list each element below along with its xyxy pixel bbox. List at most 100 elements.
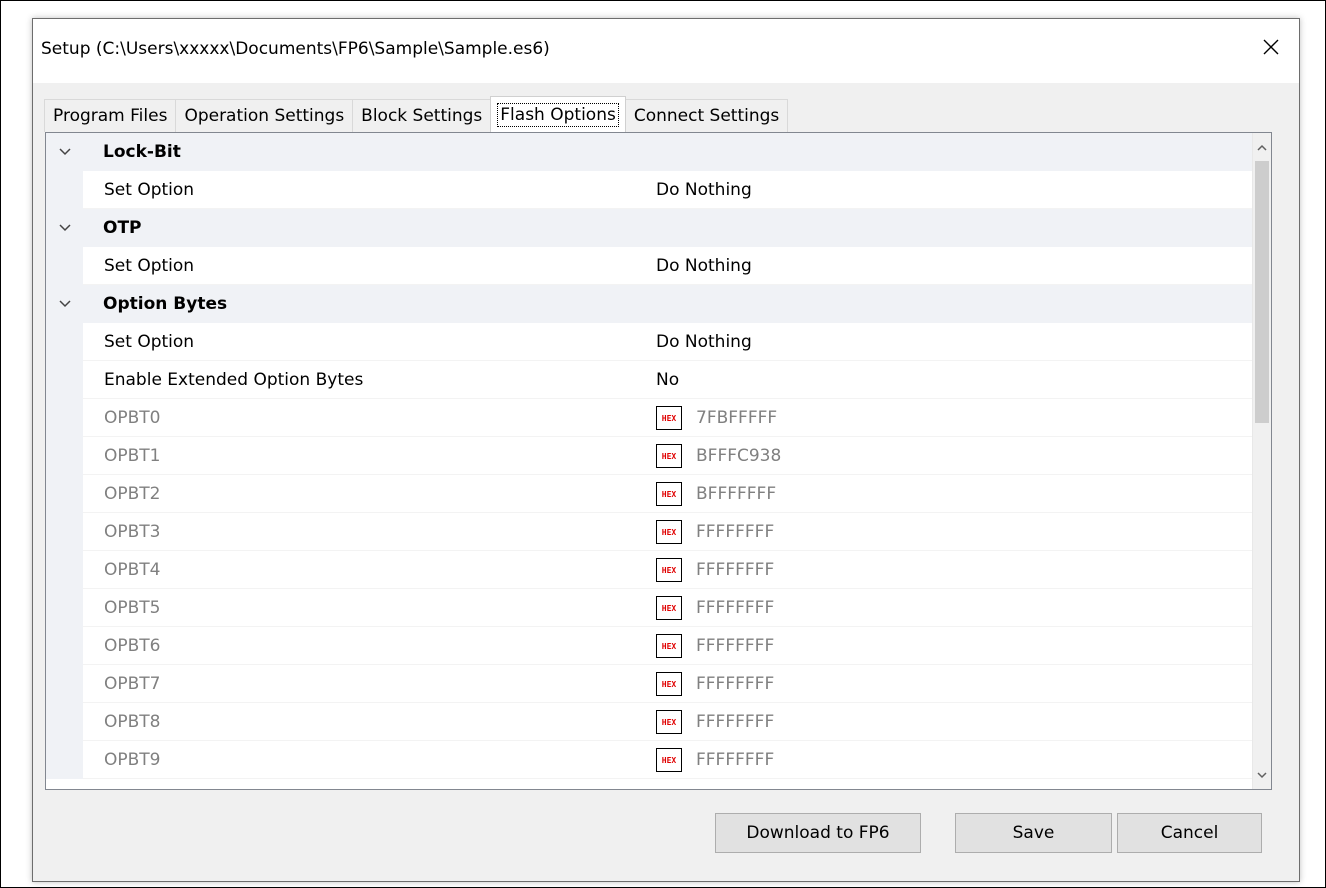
tab-program-files[interactable]: Program Files xyxy=(44,99,177,132)
chevron-down-icon xyxy=(58,148,71,156)
hex-icon: HEX xyxy=(656,634,682,658)
property-value[interactable]: HEX FFFFFFFF xyxy=(656,558,774,582)
category-toggle[interactable] xyxy=(46,285,83,323)
hex-icon: HEX xyxy=(656,596,682,620)
hex-icon: HEX xyxy=(656,406,682,430)
hex-value: FFFFFFFF xyxy=(696,522,775,542)
property-value[interactable]: Do Nothing xyxy=(656,180,752,200)
dialog-footer: Download to FP6 Save Cancel xyxy=(33,799,1299,881)
property-value[interactable]: HEX FFFFFFFF xyxy=(656,748,774,772)
property-row[interactable]: Set Option Do Nothing xyxy=(46,323,1257,361)
scroll-down-button[interactable] xyxy=(1253,761,1271,789)
row-gutter xyxy=(46,399,83,437)
opbt-row[interactable]: OPBT0 HEX 7FBFFFFF xyxy=(46,399,1257,437)
window-title: Setup (C:\Users\xxxxx\Documents\FP6\Samp… xyxy=(41,39,550,59)
property-value[interactable]: HEX FFFFFFFF xyxy=(656,596,774,620)
opbt-row[interactable]: OPBT3 HEX FFFFFFFF xyxy=(46,513,1257,551)
tab-label: Block Settings xyxy=(361,106,483,126)
scroll-up-button[interactable] xyxy=(1253,133,1271,161)
property-grid[interactable]: Lock-Bit Set Option Do Nothing OTP Set O… xyxy=(46,133,1257,789)
scroll-thumb[interactable] xyxy=(1255,161,1269,423)
opbt-row[interactable]: OPBT2 HEX BFFFFFFF xyxy=(46,475,1257,513)
category-label: OTP xyxy=(103,218,142,238)
property-value[interactable]: Do Nothing xyxy=(656,256,752,276)
opbt-row[interactable]: OPBT9 HEX FFFFFFFF xyxy=(46,741,1257,779)
property-name: OPBT9 xyxy=(104,750,161,770)
property-name: OPBT1 xyxy=(104,446,161,466)
property-grid-panel: Lock-Bit Set Option Do Nothing OTP Set O… xyxy=(45,132,1272,790)
category-label: Option Bytes xyxy=(103,294,228,314)
row-gutter xyxy=(46,703,83,741)
property-name: OPBT5 xyxy=(104,598,161,618)
property-row[interactable]: Enable Extended Option Bytes No xyxy=(46,361,1257,399)
property-name: OPBT2 xyxy=(104,484,161,504)
category-label: Lock-Bit xyxy=(103,142,181,162)
hex-value: FFFFFFFF xyxy=(696,712,775,732)
row-gutter xyxy=(46,475,83,513)
row-gutter xyxy=(46,171,83,209)
category-lock-bit[interactable]: Lock-Bit xyxy=(46,133,1257,171)
tab-strip: Program Files Operation Settings Block S… xyxy=(44,96,789,133)
tab-block-settings[interactable]: Block Settings xyxy=(352,99,492,132)
category-toggle[interactable] xyxy=(46,133,83,171)
save-button[interactable]: Save xyxy=(955,813,1112,853)
property-value[interactable]: No xyxy=(656,370,679,390)
row-gutter xyxy=(46,361,83,399)
property-name: OPBT7 xyxy=(104,674,161,694)
row-gutter xyxy=(46,665,83,703)
row-gutter xyxy=(46,589,83,627)
close-button[interactable] xyxy=(1243,19,1299,75)
property-value[interactable]: HEX 7FBFFFFF xyxy=(656,406,777,430)
property-row[interactable]: Set Option Do Nothing xyxy=(46,171,1257,209)
chevron-down-icon xyxy=(1257,771,1267,778)
property-value[interactable]: HEX BFFFC938 xyxy=(656,444,781,468)
hex-icon: HEX xyxy=(656,520,682,544)
hex-value: FFFFFFFF xyxy=(696,674,775,694)
tab-label: Program Files xyxy=(53,106,168,126)
property-value[interactable]: HEX FFFFFFFF xyxy=(656,520,774,544)
hex-icon: HEX xyxy=(656,748,682,772)
hex-icon: HEX xyxy=(656,444,682,468)
tab-label: Flash Options xyxy=(497,103,619,127)
title-bar: Setup (C:\Users\xxxxx\Documents\FP6\Samp… xyxy=(33,19,1299,83)
property-name: OPBT8 xyxy=(104,712,161,732)
property-value[interactable]: Do Nothing xyxy=(656,332,752,352)
row-gutter xyxy=(46,513,83,551)
property-name: Set Option xyxy=(104,256,195,276)
property-name: Enable Extended Option Bytes xyxy=(104,370,364,390)
setup-dialog: Setup (C:\Users\xxxxx\Documents\FP6\Samp… xyxy=(32,18,1300,882)
property-name: OPBT6 xyxy=(104,636,161,656)
property-value[interactable]: HEX FFFFFFFF xyxy=(656,710,774,734)
property-value[interactable]: HEX FFFFFFFF xyxy=(656,634,774,658)
row-gutter xyxy=(46,741,83,779)
hex-icon: HEX xyxy=(656,672,682,696)
opbt-row[interactable]: OPBT8 HEX FFFFFFFF xyxy=(46,703,1257,741)
category-otp[interactable]: OTP xyxy=(46,209,1257,247)
tab-operation-settings[interactable]: Operation Settings xyxy=(175,99,354,132)
property-name: Set Option xyxy=(104,332,195,352)
category-option-bytes[interactable]: Option Bytes xyxy=(46,285,1257,323)
opbt-row[interactable]: OPBT5 HEX FFFFFFFF xyxy=(46,589,1257,627)
opbt-row[interactable]: OPBT1 HEX BFFFC938 xyxy=(46,437,1257,475)
row-gutter xyxy=(46,437,83,475)
chevron-down-icon xyxy=(58,224,71,232)
category-toggle[interactable] xyxy=(46,209,83,247)
download-to-fp6-button[interactable]: Download to FP6 xyxy=(715,813,921,853)
property-name: OPBT0 xyxy=(104,408,161,428)
opbt-row[interactable]: OPBT4 HEX FFFFFFFF xyxy=(46,551,1257,589)
opbt-row[interactable]: OPBT6 HEX FFFFFFFF xyxy=(46,627,1257,665)
property-name: Set Option xyxy=(104,180,195,200)
opbt-row[interactable]: OPBT7 HEX FFFFFFFF xyxy=(46,665,1257,703)
property-value[interactable]: HEX BFFFFFFF xyxy=(656,482,776,506)
tab-connect-settings[interactable]: Connect Settings xyxy=(624,99,789,132)
tab-label: Connect Settings xyxy=(633,106,780,126)
close-icon xyxy=(1263,39,1279,55)
tab-flash-options[interactable]: Flash Options xyxy=(490,96,626,132)
property-name: OPBT3 xyxy=(104,522,161,542)
cancel-button[interactable]: Cancel xyxy=(1117,813,1262,853)
property-value[interactable]: HEX FFFFFFFF xyxy=(656,672,774,696)
hex-value: FFFFFFFF xyxy=(696,560,775,580)
hex-icon: HEX xyxy=(656,558,682,582)
property-row[interactable]: Set Option Do Nothing xyxy=(46,247,1257,285)
vertical-scrollbar[interactable] xyxy=(1252,133,1271,789)
